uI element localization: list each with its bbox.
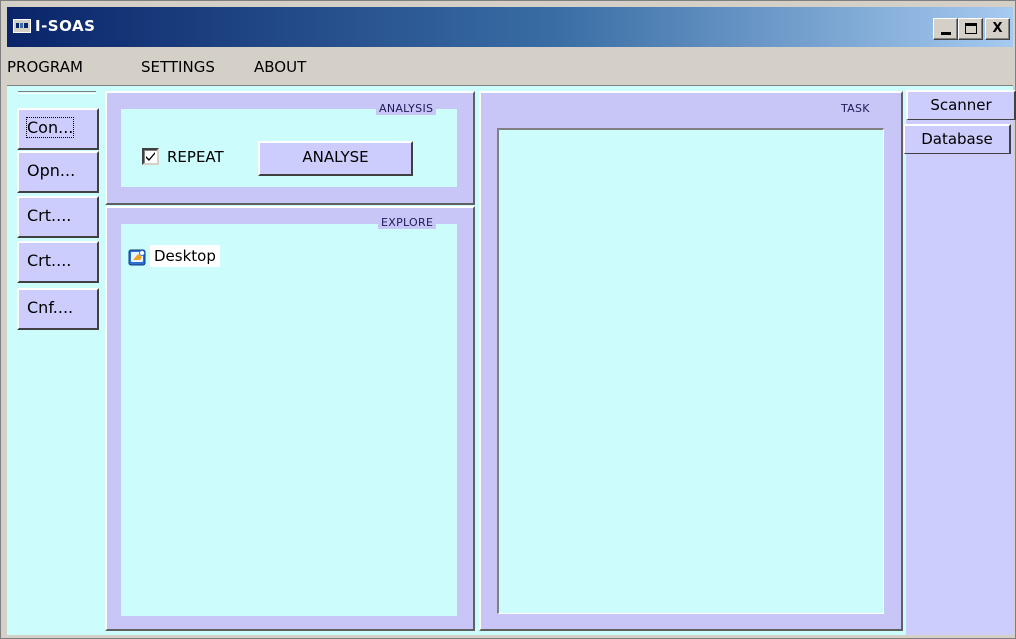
title-bar[interactable]: I-SOAS X (7, 7, 1013, 47)
create-button-1-label: Crt.... (27, 206, 72, 225)
task-list[interactable] (497, 128, 884, 614)
open-button-label: Opn... (27, 161, 76, 180)
app-window: I-SOAS X PROGRAM SETTINGS ABOUT Con... O… (0, 0, 1016, 639)
minimize-icon (940, 32, 951, 35)
tab-database[interactable]: Database (904, 124, 1011, 154)
analysis-caption: ANALYSIS (376, 102, 437, 115)
tab-strip (906, 119, 1013, 635)
task-caption: TASK (838, 102, 873, 115)
minimize-button[interactable] (933, 18, 958, 40)
menu-program[interactable]: PROGRAM (7, 58, 83, 76)
maximize-button[interactable] (958, 18, 983, 40)
menu-about[interactable]: ABOUT (254, 58, 306, 76)
maximize-icon (964, 23, 977, 34)
connect-button[interactable]: Con... (17, 108, 99, 150)
connect-button-label: Con... (25, 117, 75, 138)
tree-item-label: Desktop (150, 245, 220, 267)
repeat-label: REPEAT (167, 148, 224, 166)
configure-button-label: Cnf.... (27, 298, 74, 317)
window-title: I-SOAS (35, 17, 96, 35)
tab-scanner[interactable]: Scanner (906, 90, 1016, 120)
menu-settings[interactable]: SETTINGS (141, 58, 215, 76)
explore-caption: EXPLORE (378, 216, 437, 229)
close-button[interactable]: X (985, 18, 1010, 40)
checkmark-icon (146, 152, 155, 161)
explore-panel (105, 206, 475, 631)
app-logo-icon (13, 19, 31, 33)
repeat-checkbox[interactable] (142, 148, 159, 165)
menu-bar: PROGRAM SETTINGS ABOUT (7, 49, 1013, 83)
sidebar-separator (18, 91, 96, 94)
create-button-1[interactable]: Crt.... (17, 196, 99, 238)
desktop-icon (128, 249, 146, 266)
configure-button[interactable]: Cnf.... (17, 288, 99, 330)
open-button[interactable]: Opn... (17, 151, 99, 193)
close-icon: X (992, 21, 1003, 36)
explore-tree[interactable] (121, 224, 457, 616)
create-button-2-label: Crt.... (27, 251, 72, 270)
analyse-button[interactable]: ANALYSE (258, 141, 413, 176)
create-button-2[interactable]: Crt.... (17, 241, 99, 283)
